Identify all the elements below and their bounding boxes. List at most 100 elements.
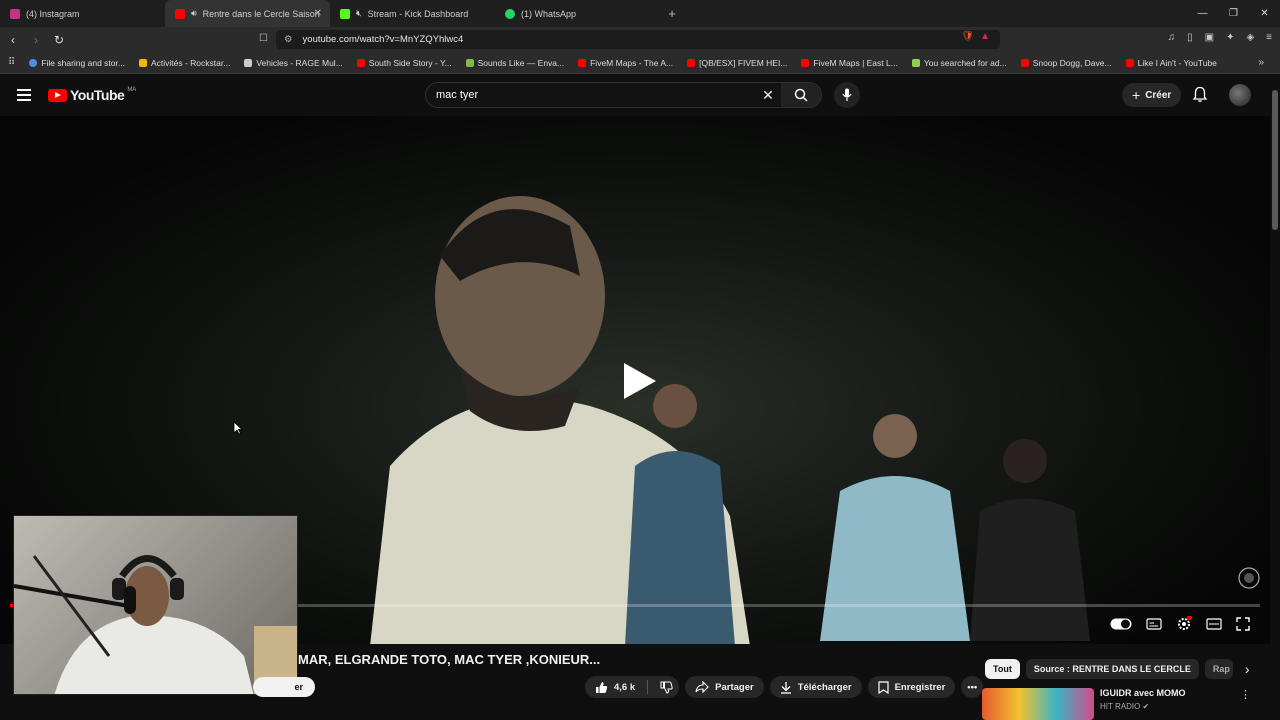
minimize-button[interactable]: — (1187, 0, 1218, 27)
whatsapp-icon (505, 8, 515, 19)
bookmark-label: FiveM Maps | East L... (813, 57, 898, 68)
maximize-button[interactable]: ❐ (1218, 0, 1249, 27)
search-button[interactable] (781, 83, 821, 107)
channel-watermark-icon[interactable] (1237, 566, 1261, 590)
play-icon[interactable] (620, 361, 660, 401)
brave-rewards-icon[interactable]: ▲ (980, 31, 990, 42)
more-bookmarks-icon[interactable]: » (1258, 57, 1264, 68)
bookmark-favicon-icon (29, 58, 38, 67)
bookmark-item[interactable]: Like I Ain't - YouTube (1125, 58, 1217, 68)
leo-icon[interactable]: ✦ (1226, 32, 1234, 43)
recommendation-thumbnail (982, 688, 1094, 720)
apps-icon[interactable]: ⠿ (8, 57, 15, 68)
bookmark-item[interactable]: Snoop Dogg, Dave... (1020, 57, 1112, 68)
browser-toolbar-icons: ♫ ▯ ▣ ✦ ◈ ≡ (1168, 32, 1272, 43)
more-actions-button[interactable]: ••• (961, 676, 984, 698)
theater-mode-icon[interactable] (1206, 618, 1222, 630)
mouse-cursor-icon (233, 421, 243, 435)
reload-button[interactable]: ↻ (49, 33, 69, 47)
like-dislike-group: 4,6 k (585, 676, 680, 698)
save-button[interactable]: Enregistrer (867, 676, 956, 698)
avatar[interactable] (1229, 84, 1251, 106)
speaker-icon: 🔊︎ (191, 8, 197, 18)
youtube-logo[interactable]: YouTube MA (48, 87, 136, 103)
bookmark-favicon-icon (687, 58, 696, 67)
hamburger-menu-icon[interactable] (17, 89, 31, 101)
settings-gear-icon[interactable] (1176, 616, 1192, 632)
download-icon (780, 681, 791, 694)
more-vertical-icon[interactable]: ⋮ (1240, 688, 1251, 701)
brave-shield-icon[interactable]: 🛡︎ (961, 31, 974, 42)
voice-search-button[interactable] (834, 82, 860, 108)
back-button[interactable]: ‹ (3, 33, 23, 47)
subtitles-icon[interactable] (1146, 618, 1162, 630)
bookmark-item[interactable]: [QB/ESX] FIVEM HEI... (687, 58, 787, 68)
tab-instagram[interactable]: (4) Instagram (0, 0, 165, 27)
autoplay-toggle-icon[interactable] (1110, 618, 1132, 630)
forward-button[interactable]: › (26, 33, 46, 47)
like-button[interactable]: 4,6 k (595, 681, 635, 694)
bookmark-label: File sharing and stor... (41, 57, 125, 68)
related-chips: Tout Source : RENTRE DANS LE CERCLE Rap … (985, 659, 1250, 679)
bookmark-item[interactable]: File sharing and stor... (29, 58, 125, 68)
tab-kick[interactable]: 🔇︎ Stream - Kick Dashboard (330, 0, 495, 27)
webcam-image (14, 555, 297, 694)
bookmark-item[interactable]: Sounds Like — Enva... (465, 58, 564, 68)
bell-icon (1192, 86, 1208, 102)
clear-search-icon[interactable]: ✕ (755, 87, 781, 104)
fullscreen-icon[interactable] (1236, 617, 1250, 631)
tab-whatsapp[interactable]: (1) WhatsApp (495, 0, 660, 27)
tab-label: Rentre dans le Cercle Saison (202, 8, 320, 19)
chevron-right-icon[interactable]: › (1245, 661, 1250, 677)
bookmark-item[interactable]: FiveM Maps | East L... (801, 57, 898, 68)
chip-all[interactable]: Tout (985, 659, 1020, 679)
subscribe-button[interactable]: er (253, 677, 315, 697)
bookmark-favicon-icon (244, 58, 253, 67)
bookmark-item[interactable]: Activités - Rockstar... (138, 58, 230, 68)
bookmark-item[interactable]: FiveM Maps - The A... (578, 58, 673, 68)
vpn-icon[interactable]: ◈ (1246, 32, 1254, 43)
url-field[interactable]: ⚙ youtube.com/watch?v=MnYZQYhlwc4 (276, 30, 1000, 49)
share-button[interactable]: Partager (685, 676, 764, 698)
tab-label: Stream - Kick Dashboard (367, 8, 469, 19)
page-scrollbar[interactable] (1272, 90, 1278, 230)
bookmark-label: You searched for ad... (923, 57, 1007, 68)
wallet-icon[interactable]: ▣ (1205, 32, 1214, 43)
download-button[interactable]: Télécharger (769, 676, 862, 698)
bookmark-item[interactable]: Vehicles - RAGE Mul... (244, 58, 343, 68)
more-horizontal-icon: ••• (967, 681, 978, 693)
close-tab-icon[interactable]: ✕ (314, 8, 322, 19)
chip-rap[interactable]: Rap (1204, 659, 1233, 679)
recommendation-item[interactable]: IGUIDR avec MOMO HIT RADIO ✔ ⋮ (982, 688, 1251, 720)
search-input[interactable]: mac tyer (426, 89, 755, 101)
new-tab-button[interactable]: + (660, 6, 684, 21)
youtube-header: YouTube MA mac tyer ✕ + Créer (0, 74, 1280, 116)
tab-label: (4) Instagram (26, 8, 80, 19)
verified-icon: ✔ (1142, 702, 1150, 711)
download-label: Télécharger (797, 681, 852, 693)
webcam-overlay (13, 515, 298, 695)
chip-source[interactable]: Source : RENTRE DANS LE CERCLE (1025, 659, 1199, 679)
site-info-icon[interactable]: ⚙ (284, 34, 293, 45)
browser-tab-bar: (4) Instagram 🔊︎ Rentre dans le Cercle Sa… (0, 0, 1280, 27)
bookmark-favicon-icon (1020, 58, 1029, 67)
media-icon[interactable]: ♫ (1168, 32, 1176, 43)
bookmark-item[interactable]: You searched for ad... (911, 57, 1007, 68)
thumbs-down-icon[interactable] (660, 681, 673, 694)
bookmark-icon[interactable]: ☐ (259, 33, 268, 44)
window-controls: — ❐ ✕ (1187, 0, 1280, 27)
close-window-button[interactable]: ✕ (1249, 0, 1280, 27)
tab-youtube[interactable]: 🔊︎ Rentre dans le Cercle Saison ✕ (165, 0, 330, 27)
instagram-icon (10, 8, 20, 19)
menu-icon[interactable]: ≡ (1266, 32, 1272, 43)
bookmark-label: Snoop Dogg, Dave... (1032, 57, 1112, 68)
thumbs-up-icon (596, 681, 608, 693)
youtube-wordmark: YouTube (70, 87, 125, 103)
bookmark-item[interactable]: South Side Story - Y... (356, 58, 452, 68)
youtube-icon (175, 8, 185, 19)
create-button[interactable]: + Créer (1122, 83, 1182, 107)
sidebar-icon[interactable]: ▯ (1187, 32, 1193, 43)
bookmark-label: [QB/ESX] FIVEM HEI... (699, 57, 788, 68)
mute-icon: 🔇︎ (356, 8, 362, 18)
notifications-button[interactable] (1192, 86, 1208, 108)
